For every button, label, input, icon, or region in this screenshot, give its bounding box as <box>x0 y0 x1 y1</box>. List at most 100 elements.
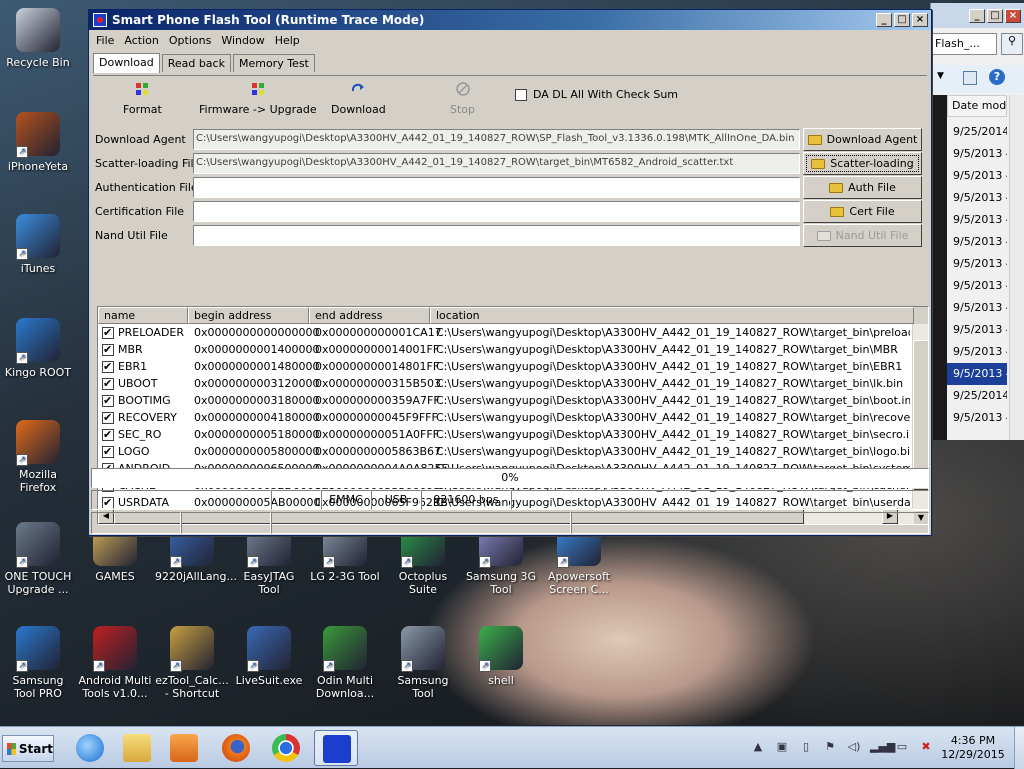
partition-checkbox[interactable] <box>102 326 114 339</box>
desktop-icon[interactable]: ↗ Samsung Tool <box>386 626 460 700</box>
explorer-list-item[interactable]: 9/5/2013 4 <box>947 297 1007 319</box>
browse-button[interactable]: Cert File <box>803 200 922 223</box>
explorer-list-item[interactable]: 9/25/2014 <box>947 385 1007 407</box>
browse-button[interactable]: Auth File <box>803 176 922 199</box>
format-button[interactable]: Format <box>123 82 162 116</box>
explorer-maximize-button[interactable]: □ <box>987 8 1003 23</box>
search-icon[interactable]: ⚲ <box>1001 33 1023 55</box>
partition-checkbox[interactable] <box>102 343 114 356</box>
browse-button[interactable]: Download Agent <box>803 128 922 151</box>
taskbar-firefox[interactable] <box>214 730 258 766</box>
desktop-icon[interactable]: ↗ Odin Multi Downloa... <box>308 626 382 700</box>
explorer-list-item[interactable]: 9/5/2013 4 <box>947 143 1007 165</box>
browse-button[interactable]: Scatter-loading <box>803 152 922 175</box>
menu-file[interactable]: File <box>91 34 119 47</box>
device-icon[interactable]: ▯ <box>798 740 814 756</box>
explorer-list-item[interactable]: 9/5/2013 4 <box>947 187 1007 209</box>
explorer-list-item[interactable]: 9/25/2014 <box>947 121 1007 143</box>
desktop-icon[interactable]: ↗ iPhoneYeta <box>1 112 75 173</box>
signal-icon[interactable]: ▂▄▆ <box>870 740 895 756</box>
tab-read-back[interactable]: Read back <box>161 54 231 72</box>
explorer-close-button[interactable]: × <box>1005 8 1021 23</box>
desktop-icon[interactable]: ↗ ezTool_Calc... - Shortcut <box>155 626 229 700</box>
desktop-icon[interactable]: ↗ Kingo ROOT <box>1 318 75 379</box>
menu-options[interactable]: Options <box>164 34 216 47</box>
help-icon[interactable]: ? <box>989 69 1005 85</box>
file-path-input[interactable] <box>193 225 800 246</box>
table-row[interactable]: SEC_RO 0x00000000051800000x00000000051A0F… <box>98 426 928 443</box>
taskbar-internet-explorer[interactable] <box>68 730 112 766</box>
explorer-list-item[interactable]: 9/5/2013 4 <box>947 231 1007 253</box>
network-error-icon[interactable]: ✖ <box>918 740 934 756</box>
table-row[interactable]: PRELOADER 0x00000000000000000x00000000000… <box>98 324 928 341</box>
explorer-list-item[interactable]: 9/5/2013 4 <box>947 209 1007 231</box>
explorer-list-item[interactable]: 9/5/2013 4 <box>947 165 1007 187</box>
explorer-list-item[interactable]: 9/5/2013 4 <box>947 363 1007 385</box>
minimize-button[interactable]: _ <box>876 13 892 27</box>
checkbox-box[interactable] <box>515 88 527 101</box>
battery-icon[interactable]: ▭ <box>894 740 910 756</box>
taskbar-file-explorer[interactable] <box>115 730 159 766</box>
table-row[interactable]: RECOVERY 0x00000000041800000x00000000045F… <box>98 409 928 426</box>
tab-memory-test[interactable]: Memory Test <box>232 54 315 72</box>
explorer-minimize-button[interactable]: _ <box>969 8 985 23</box>
table-row[interactable]: EBR1 0x00000000014800000x00000000014801FF… <box>98 358 928 375</box>
partition-checkbox[interactable] <box>102 445 114 458</box>
explorer-list-item[interactable]: 9/5/2013 4 <box>947 319 1007 341</box>
file-path-input[interactable]: C:\Users\wangyupogi\Desktop\A3300HV_A442… <box>193 153 800 174</box>
desktop-icon[interactable]: ↗ Android Multi Tools v1.0... <box>78 626 152 700</box>
taskbar-flash-tool[interactable] <box>314 730 358 766</box>
file-path-input[interactable] <box>193 201 800 222</box>
table-row[interactable]: MBR 0x00000000014000000x00000000014001FFC… <box>98 341 928 358</box>
desktop-icon[interactable]: ↗ Mozilla Firefox <box>1 420 75 494</box>
partition-checkbox[interactable] <box>102 360 114 373</box>
menu-help[interactable]: Help <box>270 34 305 47</box>
download-button[interactable]: Download <box>331 82 386 116</box>
desktop-icon[interactable]: ↗ ONE TOUCH Upgrade ... <box>1 522 75 596</box>
explorer-scrollbar[interactable] <box>1009 95 1024 440</box>
desktop-icon[interactable]: ↗ Samsung Tool PRO <box>1 626 75 700</box>
close-button[interactable]: × <box>912 13 928 27</box>
menu-window[interactable]: Window <box>216 34 269 47</box>
col-name[interactable]: name <box>98 307 188 324</box>
table-row[interactable]: UBOOT 0x00000000031200000x000000000315B50… <box>98 375 928 392</box>
taskbar-chrome[interactable] <box>264 730 308 766</box>
stop-button[interactable]: Stop <box>450 82 475 116</box>
table-row[interactable]: BOOTIMG 0x00000000031800000x000000000359A… <box>98 392 928 409</box>
explorer-address[interactable]: Flash_... <box>931 33 997 55</box>
col-begin-address[interactable]: begin address <box>188 307 309 324</box>
taskbar-media-player[interactable] <box>162 730 206 766</box>
firmware-upgrade-button[interactable]: Firmware -> Upgrade <box>199 82 317 116</box>
partition-checkbox[interactable] <box>102 377 114 390</box>
clock[interactable]: 4:36 PM 12/29/2015 <box>938 734 1008 762</box>
chevron-down-icon[interactable]: ▼ <box>937 71 944 81</box>
desktop-icon[interactable]: ↗ iTunes <box>1 214 75 275</box>
partition-checkbox[interactable] <box>102 411 114 424</box>
desktop-icon[interactable]: ↗ shell <box>464 626 538 687</box>
view-icon[interactable] <box>963 71 977 85</box>
volume-icon[interactable]: ◁) <box>846 740 862 756</box>
file-path-input[interactable]: C:\Users\wangyupogi\Desktop\A3300HV_A442… <box>193 129 800 150</box>
explorer-list-item[interactable]: 9/5/2013 4 <box>947 275 1007 297</box>
file-path-input[interactable] <box>193 177 800 198</box>
tab-download[interactable]: Download <box>93 53 160 73</box>
network-app-icon[interactable]: ▣ <box>774 740 790 756</box>
explorer-list-item[interactable]: 9/5/2013 4 <box>947 253 1007 275</box>
explorer-list-item[interactable]: 9/5/2013 4 <box>947 407 1007 429</box>
explorer-list-item[interactable]: 9/5/2013 4 <box>947 341 1007 363</box>
maximize-button[interactable]: □ <box>894 13 910 27</box>
start-button[interactable]: Start <box>2 735 54 762</box>
menu-action[interactable]: Action <box>119 34 163 47</box>
table-row[interactable]: LOGO 0x00000000058000000x0000000005863B67… <box>98 443 928 460</box>
flag-icon[interactable]: ⚑ <box>822 740 838 756</box>
da-checksum-checkbox[interactable]: DA DL All With Check Sum <box>515 88 678 101</box>
desktop-icon[interactable]: ↗ LiveSuit.exe <box>232 626 306 687</box>
col-location[interactable]: location <box>430 307 914 324</box>
partition-checkbox[interactable] <box>102 428 114 441</box>
browse-button[interactable]: Nand Util File <box>803 224 922 247</box>
chevron-up-icon[interactable]: ▲ <box>750 740 766 756</box>
explorer-column-date[interactable]: Date modif <box>947 95 1007 117</box>
show-desktop-button[interactable] <box>1014 727 1024 769</box>
col-end-address[interactable]: end address <box>309 307 430 324</box>
desktop-icon[interactable]: Recycle Bin <box>1 8 75 69</box>
